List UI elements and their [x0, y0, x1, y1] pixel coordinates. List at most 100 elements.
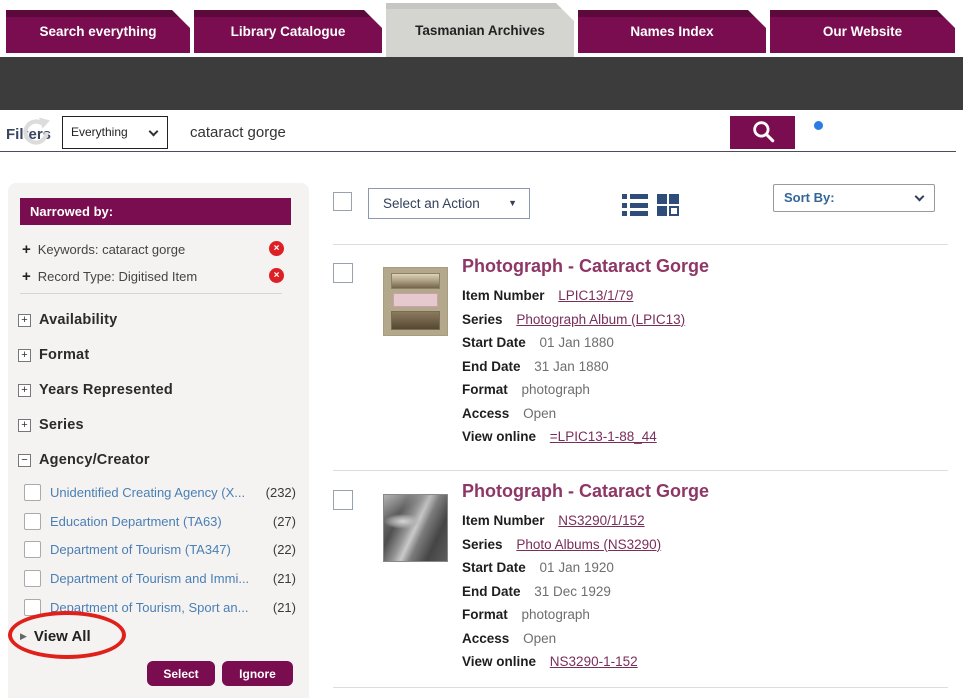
facet-option-checkbox[interactable] [24, 599, 41, 616]
tab-library-catalogue[interactable]: Library Catalogue [194, 10, 382, 53]
facet-option-link[interactable]: Department of Tourism (TA347) [50, 542, 252, 557]
facet-option-checkbox[interactable] [24, 513, 41, 530]
field-label: View online [462, 654, 536, 669]
field-access: Access Open [462, 627, 661, 651]
grid-square [669, 194, 679, 204]
view-online-link[interactable]: =LPIC13-1-88_44 [550, 429, 657, 444]
tab-names-index[interactable]: Names Index [578, 10, 766, 53]
field-label: Format [462, 607, 508, 622]
facet-label: Format [39, 347, 89, 363]
facet-agency-creator[interactable]: − Agency/Creator [18, 451, 150, 469]
sort-by-dropdown[interactable]: Sort By: [773, 184, 935, 212]
facet-label: Agency/Creator [39, 452, 150, 468]
select-button[interactable]: Select [147, 661, 215, 686]
field-label: Format [462, 382, 508, 397]
view-all-link[interactable]: ▶ View All [20, 628, 91, 645]
facet-availability[interactable]: + Availability [18, 311, 117, 329]
sort-by-label: Sort By: [784, 185, 835, 211]
field-label: View online [462, 429, 536, 444]
page: Search everything Library Catalogue Tasm… [0, 0, 963, 698]
result-thumbnail[interactable] [383, 267, 448, 336]
item-number-link[interactable]: LPIC13/1/79 [558, 288, 633, 303]
field-label: Access [462, 406, 509, 421]
field-value: 31 Jan 1880 [534, 359, 608, 374]
view-all-label: View All [34, 628, 91, 645]
facet-format[interactable]: + Format [18, 346, 89, 364]
divider [20, 293, 282, 294]
remove-filter-icon[interactable]: × [269, 268, 284, 283]
applied-filter-keywords: + Keywords: cataract gorge × [22, 239, 284, 259]
radio-new-search[interactable]: New search [812, 134, 945, 150]
expand-icon[interactable]: + [18, 384, 31, 397]
facet-option-link[interactable]: Department of Tourism and Immi... [50, 571, 252, 586]
field-label: Start Date [462, 560, 526, 575]
field-access: Access Open [462, 402, 685, 426]
radio-label: Within these results [831, 118, 945, 132]
facet-option-link[interactable]: Unidentified Creating Agency (X... [50, 485, 252, 500]
divider [0, 151, 956, 152]
result-fields: Item Number NS3290/1/152 Series Photo Al… [462, 509, 661, 674]
field-value: photograph [522, 382, 590, 397]
field-view-online: View online NS3290-1-152 [462, 650, 661, 674]
facet-years-represented[interactable]: + Years Represented [18, 381, 173, 399]
chevron-down-icon [149, 127, 159, 137]
search-scope-select[interactable]: Everything [62, 116, 168, 149]
chevron-down-icon [915, 192, 925, 202]
search-scope-value: Everything [71, 125, 128, 139]
tab-tasmanian-archives[interactable]: Tasmanian Archives [386, 3, 574, 57]
series-link[interactable]: Photograph Album (LPIC13) [516, 312, 685, 327]
expand-icon[interactable]: + [18, 419, 31, 432]
tab-search-everything[interactable]: Search everything [6, 10, 190, 53]
remove-filter-icon[interactable]: × [269, 241, 284, 256]
expand-icon[interactable]: + [18, 349, 31, 362]
field-item-number: Item Number LPIC13/1/79 [462, 284, 685, 308]
list-row [622, 194, 648, 199]
search-input[interactable] [178, 116, 726, 149]
facet-series[interactable]: + Series [18, 416, 84, 434]
result-title[interactable]: Photograph - Cataract Gorge [462, 481, 709, 502]
facet-option-checkbox[interactable] [24, 541, 41, 558]
list-view-icon[interactable] [622, 194, 648, 216]
filters-sidebar: Narrowed by: + Keywords: cataract gorge … [8, 183, 309, 698]
facet-option-link[interactable]: Education Department (TA63) [50, 514, 252, 529]
tab-our-website[interactable]: Our Website [770, 10, 955, 53]
narrowed-by-header: Narrowed by: [20, 198, 291, 225]
expand-icon[interactable]: + [18, 314, 31, 327]
field-label: Series [462, 537, 503, 552]
grid-view-icon[interactable] [657, 194, 679, 216]
facet-option-checkbox[interactable] [24, 484, 41, 501]
facet-option-count: (21) [273, 600, 296, 615]
field-label: End Date [462, 359, 521, 374]
facet-option-row: Department of Tourism and Immi... (21) [24, 569, 302, 587]
series-link[interactable]: Photo Albums (NS3290) [516, 537, 661, 552]
result-checkbox[interactable] [333, 490, 353, 510]
facet-option-row: Unidentified Creating Agency (X... (232) [24, 483, 302, 501]
search-mode-radios: Within these results New search [812, 117, 945, 151]
item-number-link[interactable]: NS3290/1/152 [558, 513, 644, 528]
field-series: Series Photo Albums (NS3290) [462, 533, 661, 557]
select-all-checkbox[interactable] [333, 192, 352, 211]
facet-option-count: (27) [273, 514, 296, 529]
plus-icon: + [22, 241, 31, 258]
result-checkbox[interactable] [333, 263, 353, 283]
radio-unselected-icon [812, 136, 825, 149]
collapse-icon[interactable]: − [18, 454, 31, 467]
action-dropdown[interactable]: Select an Action ▼ [368, 188, 530, 219]
search-bar: Everything Within these results New sear… [0, 52, 963, 110]
triangle-right-icon: ▶ [20, 631, 27, 642]
dropdown-arrow-icon: ▼ [508, 189, 517, 218]
facet-label: Availability [39, 312, 117, 328]
refresh-icon[interactable] [20, 116, 52, 148]
field-end-date: End Date 31 Dec 1929 [462, 580, 661, 604]
result-thumbnail[interactable] [383, 494, 448, 562]
radio-selected-icon [812, 119, 825, 132]
view-online-link[interactable]: NS3290-1-152 [550, 654, 638, 669]
radio-within-these-results[interactable]: Within these results [812, 117, 945, 133]
result-title[interactable]: Photograph - Cataract Gorge [462, 256, 709, 277]
ignore-button[interactable]: Ignore [222, 661, 293, 686]
facet-option-link[interactable]: Department of Tourism, Sport an... [50, 600, 252, 615]
search-button[interactable] [730, 116, 795, 149]
grid-square [657, 194, 667, 204]
facet-option-row: Department of Tourism, Sport an... (21) [24, 598, 302, 616]
facet-option-checkbox[interactable] [24, 570, 41, 587]
